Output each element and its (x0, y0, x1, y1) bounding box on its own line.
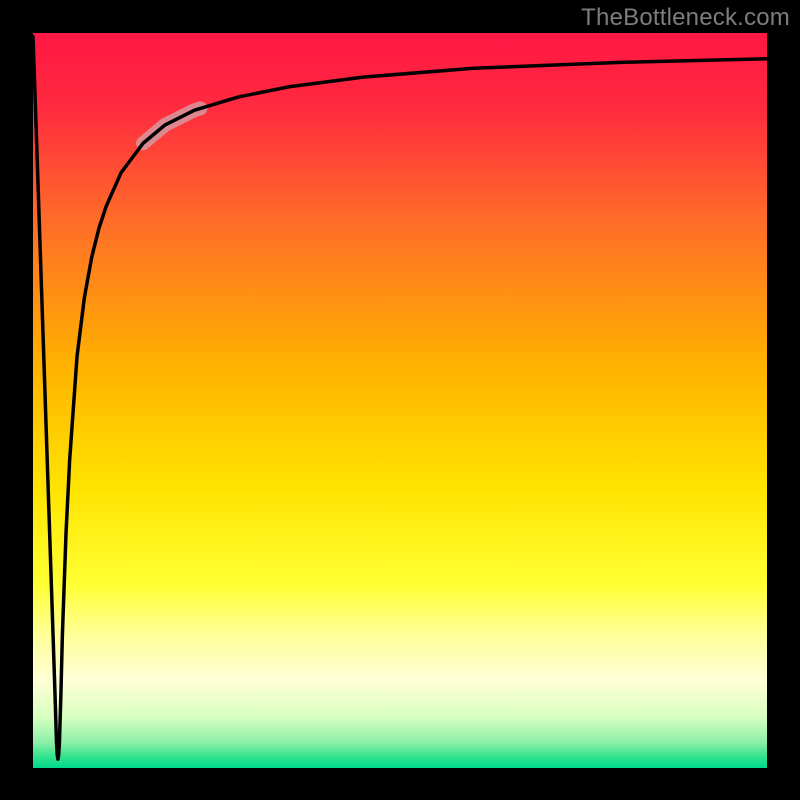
bottleneck-chart (0, 0, 800, 800)
chart-container: TheBottleneck.com (0, 0, 800, 800)
watermark-text: TheBottleneck.com (581, 4, 790, 32)
